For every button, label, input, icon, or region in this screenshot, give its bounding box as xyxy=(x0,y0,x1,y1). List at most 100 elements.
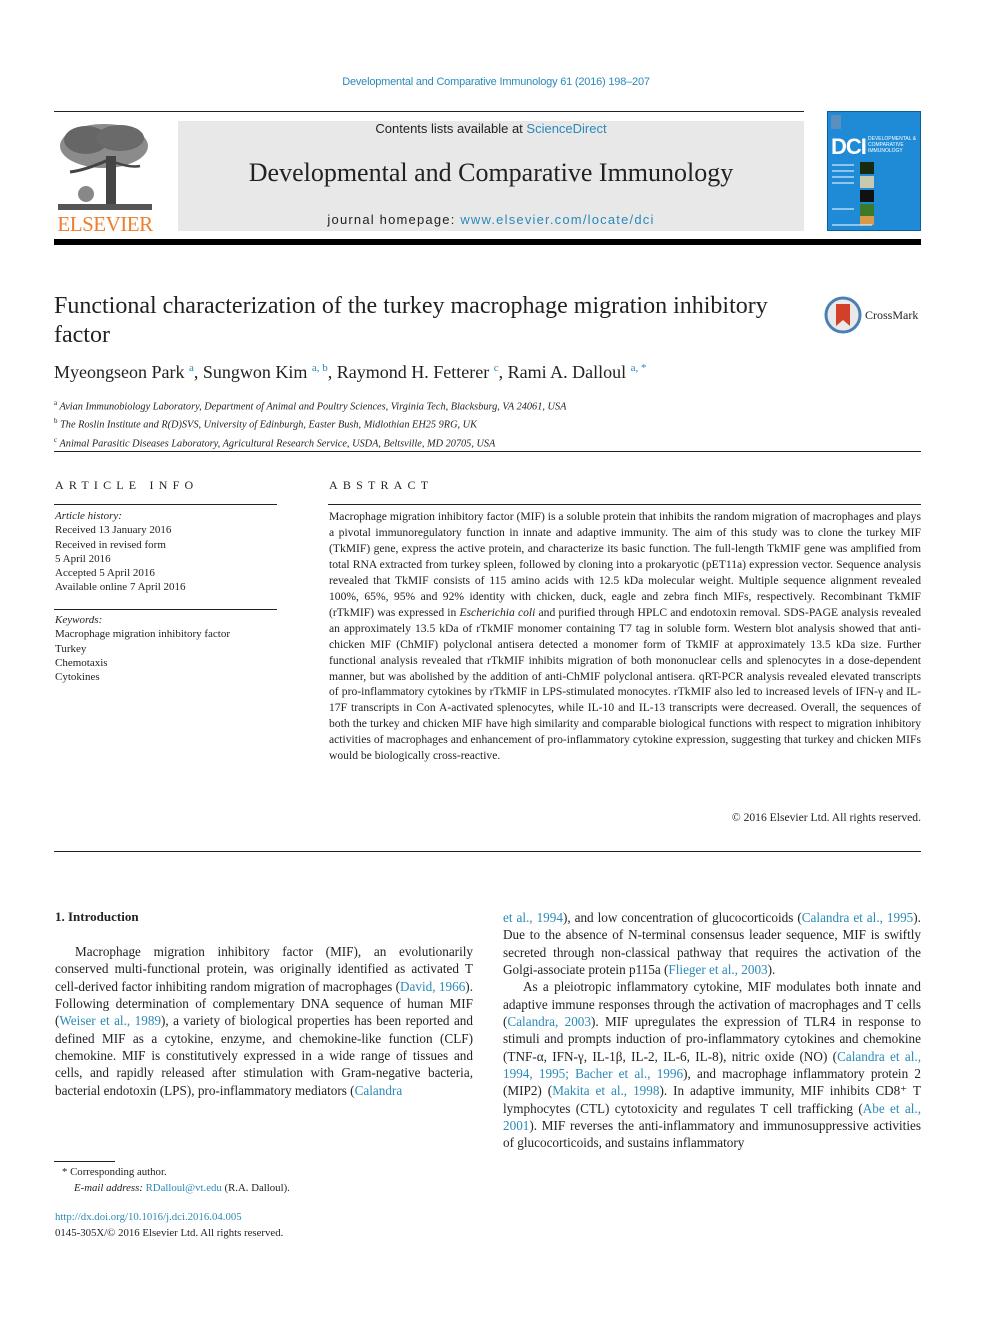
cover-subtitle: DEVELOPMENTAL & COMPARATIVE IMMUNOLOGY xyxy=(868,136,917,154)
email-suffix: (R.A. Dalloul). xyxy=(221,1181,290,1194)
intro-left-column: Macrophage migration inhibitory factor (… xyxy=(55,943,473,1099)
cover-thumb-1 xyxy=(860,162,874,174)
article-title: Functional characterization of the turke… xyxy=(54,293,768,348)
elsevier-wordmark: ELSEVIER xyxy=(57,212,153,236)
citation-link[interactable]: David, 1966 xyxy=(400,979,465,994)
citation-link[interactable]: Makita et al., 1998 xyxy=(552,1083,659,1098)
author-name[interactable]: Raymond H. Fetterer xyxy=(337,362,489,382)
crossmark-badge[interactable]: CrossMark xyxy=(824,296,924,336)
journal-banner: Contents lists available at ScienceDirec… xyxy=(178,121,804,231)
cover-acronym: DCI xyxy=(831,134,867,159)
body-text: ), and low concentration of glucocortico… xyxy=(562,910,802,925)
header-thick-rule xyxy=(54,239,921,245)
journal-reference-link[interactable]: Developmental and Comparative Immunology… xyxy=(0,76,992,88)
email-link[interactable]: RDalloul@vt.edu xyxy=(146,1182,222,1194)
abstract-text-part: and purified through HPLC and endotoxin … xyxy=(329,605,921,763)
paragraph: As a pleiotropic inflammatory cytokine, … xyxy=(503,978,921,1151)
affiliation-text: Animal Parasitic Diseases Laboratory, Ag… xyxy=(59,438,496,450)
doi-block: http://dx.doi.org/10.1016/j.dci.2016.04.… xyxy=(55,1210,283,1241)
affiliations: a Avian Immunobiology Laboratory, Depart… xyxy=(54,396,566,451)
keyword: Macrophage migration inhibitory factor xyxy=(55,628,231,641)
abstract-heading: ABSTRACT xyxy=(329,478,434,492)
affiliation-marker: a xyxy=(54,399,58,407)
keywords-label: Keywords: xyxy=(55,614,103,626)
author-name[interactable]: Sungwon Kim xyxy=(203,362,308,382)
corresponding-author-note: * Corresponding author. E-mail address: … xyxy=(62,1165,290,1196)
divider xyxy=(54,609,277,610)
citation-link[interactable]: Calandra et al., 1995 xyxy=(802,910,914,925)
author-list: Myeongseon Park a, Sungwon Kim a, b, Ray… xyxy=(54,362,647,383)
cover-elsevier-mark xyxy=(831,115,841,129)
author-name[interactable]: Rami A. Dalloul xyxy=(508,362,627,382)
divider xyxy=(54,451,921,452)
crossmark-icon xyxy=(824,296,862,334)
abstract-text: Macrophage migration inhibitory factor (… xyxy=(329,509,921,764)
keyword: Chemotaxis xyxy=(55,656,108,669)
citation-link[interactable]: Flieger et al., 2003 xyxy=(668,962,767,977)
article-info-heading: ARTICLE INFO xyxy=(55,478,199,492)
email-label: E-mail address: xyxy=(74,1181,146,1194)
keywords: Keywords: Macrophage migration inhibitor… xyxy=(55,613,230,684)
separator: , xyxy=(327,362,337,382)
history-item: 5 April 2016 xyxy=(55,552,111,565)
affiliation: c Animal Parasitic Diseases Laboratory, … xyxy=(54,433,566,451)
species-name: Escherichia coli xyxy=(459,605,536,619)
citation-link[interactable]: Weiser et al., 1989 xyxy=(59,1013,161,1028)
cover-text-line xyxy=(832,224,872,226)
elsevier-tree-icon xyxy=(58,124,152,210)
doi-link[interactable]: http://dx.doi.org/10.1016/j.dci.2016.04.… xyxy=(55,1211,242,1223)
affiliation-marker: c xyxy=(54,435,58,444)
homepage-prefix: journal homepage: xyxy=(327,212,461,227)
cover-text-line xyxy=(832,182,854,184)
separator: , xyxy=(193,362,203,382)
section-heading: 1. Introduction xyxy=(55,909,139,924)
cover-thumb-4 xyxy=(860,204,874,216)
article-history: Article history: Received 13 January 201… xyxy=(55,509,186,595)
journal-homepage-link[interactable]: www.elsevier.com/locate/dci xyxy=(460,212,654,227)
cover-thumb-2 xyxy=(860,176,874,188)
cover-thumb-3 xyxy=(860,190,874,202)
author-affil-link[interactable]: a, b xyxy=(312,362,328,374)
intro-right-column: et al., 1994), and low concentration of … xyxy=(503,909,921,1152)
affiliation: a Avian Immunobiology Laboratory, Depart… xyxy=(54,396,566,414)
separator: , xyxy=(498,362,508,382)
body-text: ). MIF reverses the anti-inflammatory an… xyxy=(503,1118,921,1151)
sciencedirect-link[interactable]: ScienceDirect xyxy=(526,121,606,136)
affiliation-marker: b xyxy=(54,417,58,426)
contents-prefix: Contents lists available at xyxy=(375,121,527,136)
abstract-text-part: Macrophage migration inhibitory factor (… xyxy=(329,510,921,619)
citation-link[interactable]: et al., 1994 xyxy=(503,910,563,925)
citation-link[interactable]: Calandra xyxy=(355,1083,403,1098)
history-item: Received in revised form xyxy=(55,538,166,551)
history-item: Available online 7 April 2016 xyxy=(55,581,186,594)
divider xyxy=(328,504,921,505)
keyword: Turkey xyxy=(55,642,87,655)
citation-link[interactable]: Calandra, 2003 xyxy=(507,1014,591,1029)
elsevier-logo[interactable]: ELSEVIER xyxy=(54,120,156,236)
author-name[interactable]: Myeongseon Park xyxy=(54,362,184,382)
affiliation-text: Avian Immunobiology Laboratory, Departme… xyxy=(59,401,567,413)
homepage-line: journal homepage: www.elsevier.com/locat… xyxy=(178,212,804,227)
footnote-rule xyxy=(54,1161,115,1162)
cover-text-line xyxy=(832,176,854,178)
journal-title: Developmental and Comparative Immunology xyxy=(248,158,734,187)
author-affil-link[interactable]: a, * xyxy=(631,362,647,374)
history-item: Accepted 5 April 2016 xyxy=(55,567,155,580)
corresponding-label: * Corresponding author. xyxy=(62,1166,167,1178)
email-line: E-mail address: RDalloul@vt.edu (R.A. Da… xyxy=(62,1181,290,1197)
divider xyxy=(54,504,277,505)
cover-text-line xyxy=(832,164,854,166)
issn-copyright: 0145-305X/© 2016 Elsevier Ltd. All right… xyxy=(55,1226,284,1239)
crossmark-label: CrossMark xyxy=(865,308,919,322)
abstract-copyright: © 2016 Elsevier Ltd. All rights reserved… xyxy=(731,811,921,824)
divider xyxy=(54,851,921,852)
history-item: Received 13 January 2016 xyxy=(55,524,172,537)
affiliation: b The Roslin Institute and R(D)SVS, Univ… xyxy=(54,414,566,432)
cover-text-line xyxy=(832,208,854,210)
cover-text-line xyxy=(832,170,854,172)
paragraph: et al., 1994), and low concentration of … xyxy=(503,909,921,978)
paragraph: Macrophage migration inhibitory factor (… xyxy=(55,943,473,1099)
keyword: Cytokines xyxy=(55,671,100,684)
journal-cover-image[interactable]: DCI DEVELOPMENTAL & COMPARATIVE IMMUNOLO… xyxy=(827,111,921,231)
body-text: ). xyxy=(767,962,776,978)
